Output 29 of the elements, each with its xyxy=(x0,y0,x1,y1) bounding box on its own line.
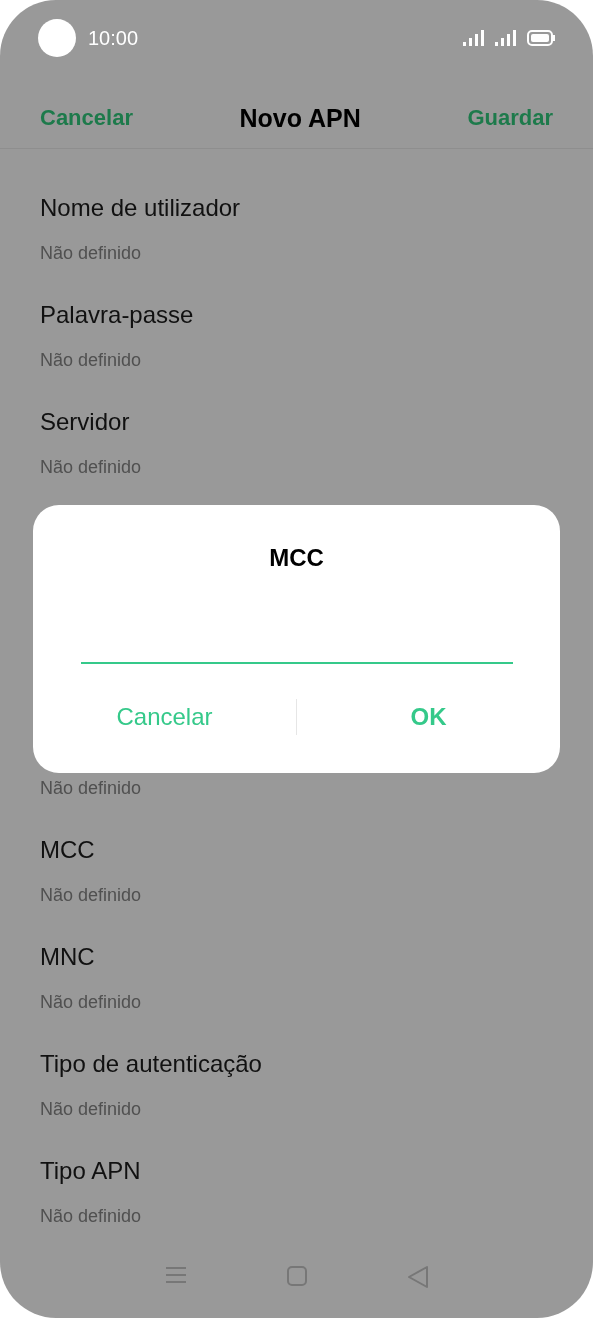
setting-title: Servidor xyxy=(40,407,130,437)
camera-icon xyxy=(38,19,76,57)
menu-icon[interactable] xyxy=(165,1266,188,1284)
setting-value: Não definido xyxy=(40,1206,142,1227)
signal-icon xyxy=(463,30,485,46)
setting-value: Não definido xyxy=(40,778,142,799)
setting-title: Tipo APN xyxy=(40,1156,141,1186)
back-icon[interactable] xyxy=(407,1266,428,1288)
setting-value: Não definido xyxy=(40,1099,142,1120)
save-link[interactable]: Guardar xyxy=(467,105,553,131)
setting-value: Não definido xyxy=(40,457,142,478)
setting-title: MCC xyxy=(40,835,95,865)
clock: 10:00 xyxy=(88,26,139,50)
setting-title: Tipo de autenticação xyxy=(40,1049,262,1079)
setting-value: Não definido xyxy=(40,885,142,906)
signal-icon xyxy=(495,30,517,46)
setting-value: Não definido xyxy=(40,992,142,1013)
cancel-button[interactable]: Cancelar xyxy=(33,692,296,742)
setting-value: Não definido xyxy=(40,243,142,264)
battery-icon xyxy=(527,30,555,46)
setting-title: Nome de utilizador xyxy=(40,193,241,223)
setting-value: Não definido xyxy=(40,350,142,371)
setting-title: Palavra-passe xyxy=(40,300,194,330)
home-icon[interactable] xyxy=(287,1266,308,1286)
screen-title: Novo APN xyxy=(239,103,361,133)
ok-button[interactable]: OK xyxy=(297,692,560,742)
dialog-title: MCC xyxy=(269,544,324,572)
setting-title: MNC xyxy=(40,942,95,972)
cancel-link[interactable]: Cancelar xyxy=(40,105,133,131)
